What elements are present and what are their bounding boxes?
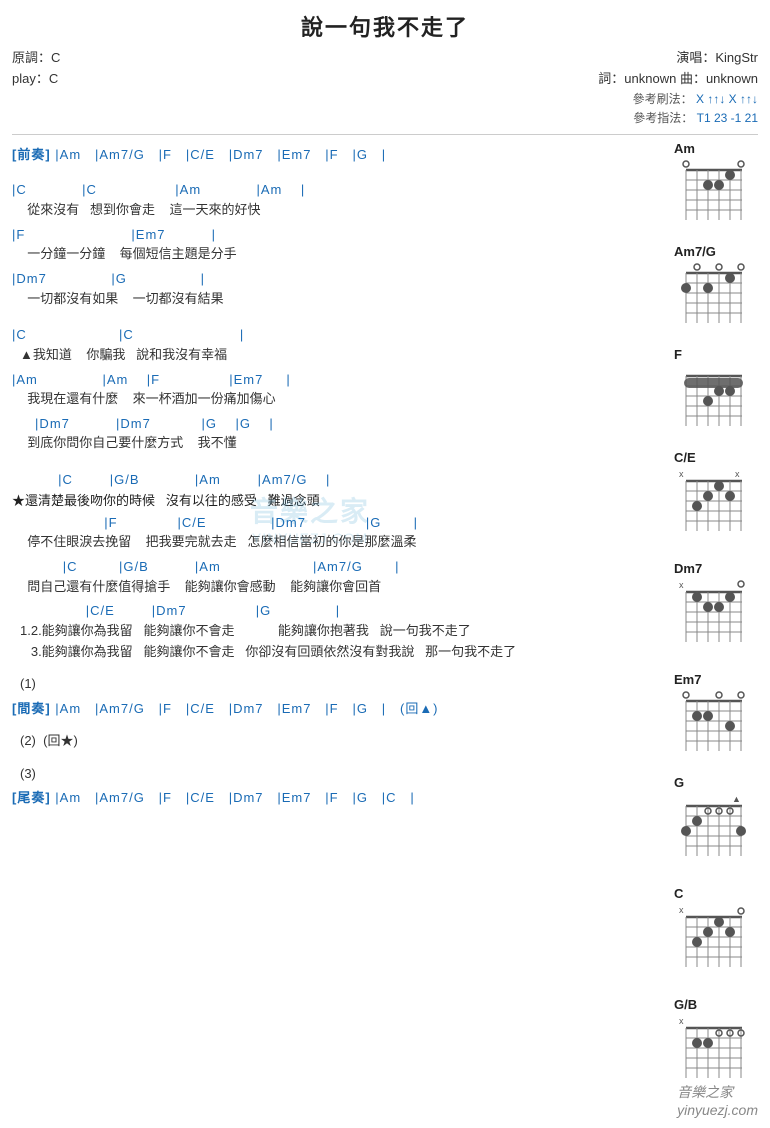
- svg-text:x: x: [679, 1016, 684, 1026]
- section2-block: (2) (回★): [12, 731, 660, 752]
- main-content: [前奏] |Am |Am7/G |F |C/E |Dm7 |Em7 |F |G …: [12, 141, 758, 1108]
- outro-block: (3) [尾奏] |Am |Am7/G |F |C/E |Dm7 |Em7 |F…: [12, 764, 660, 808]
- chord-Em7: Em7: [670, 672, 758, 761]
- v2-chord3: |Dm7 |Dm7 |G |G |: [12, 414, 660, 434]
- v1-lyric1: 從來沒有 想到你會走 這一天來的好快: [12, 200, 660, 221]
- svg-text:x: x: [679, 905, 684, 915]
- meta-section: 原調：C play：C 演唱：KingStr 詞：unknown 曲：unkno…: [12, 48, 758, 128]
- v2-lyric3: 到底你問你自己要什麼方式 我不懂: [12, 433, 660, 454]
- v1-chord2: |F |Em7 |: [12, 225, 660, 245]
- meta-left: 原調：C play：C: [12, 48, 60, 90]
- chord-CE: C/E x x: [670, 450, 758, 547]
- footer-logo: 音樂之家yinyuezj.com: [677, 1082, 758, 1118]
- chord-Am7G: Am7/G: [670, 244, 758, 333]
- ch-chord2: |F |C/E |Dm7 |G |: [12, 513, 660, 533]
- meta-right: 演唱：KingStr 詞：unknown 曲：unknown 參考刷法： X ↑…: [598, 48, 758, 128]
- prelude-chords: [前奏] |Am |Am7/G |F |C/E |Dm7 |Em7 |F |G …: [12, 145, 660, 165]
- v2-lyric2: 我現在還有什麼 來一杯酒加一份痛加傷心: [12, 389, 660, 410]
- lyricist: 詞：unknown 曲：unknown: [598, 69, 758, 90]
- v1-chord1: |C |C |Am |Am |: [12, 180, 660, 200]
- chord-Am: Am: [670, 141, 758, 230]
- chord-F: F: [670, 347, 758, 436]
- finger-label: 參考指法：: [633, 111, 693, 125]
- ch-lyric3: 問自己還有什麼值得搶手 能夠讓你會感動 能夠讓你會回首: [12, 577, 660, 598]
- section-prelude: [前奏] |Am |Am7/G |F |C/E |Dm7 |Em7 |F |G …: [12, 145, 660, 165]
- svg-text:x: x: [679, 469, 684, 479]
- interlude-chords: [間奏] |Am |Am7/G |F |C/E |Dm7 |Em7 |F |G …: [12, 699, 660, 719]
- ch-lyric4a: 1.2.能夠讓你為我留 能夠讓你不會走 能夠讓你抱著我 說一句我不走了: [12, 621, 660, 642]
- strum-ref: 參考刷法： X ↑↑↓ X ↑↑↓: [598, 90, 758, 109]
- svg-text:▲: ▲: [732, 794, 741, 804]
- v2-chord1: |C |C |: [12, 325, 660, 345]
- interlude-block: (1) [間奏] |Am |Am7/G |F |C/E |Dm7 |Em7 |F…: [12, 674, 660, 718]
- chord-G: G ▲: [670, 775, 758, 872]
- ch-lyric4b: 3.能夠讓你為我留 能夠讓你不會走 你卻沒有回頭依然沒有對我說 那一句我不走了: [12, 642, 660, 663]
- chord-Dm7: Dm7 x: [670, 561, 758, 658]
- strum-link[interactable]: X ↑↑↓ X ↑↑↓: [696, 92, 758, 106]
- v2-chord2: |Am |Am |F |Em7 |: [12, 370, 660, 390]
- original-key: 原調：C: [12, 48, 60, 69]
- ch-lyric1: ★還清楚最後吻你的時候 沒有以往的感受 難過念頭: [12, 490, 660, 509]
- ch-lyric2: 停不住眼淚去挽留 把我要完就去走 怎麼相信當初的你是那麼溫柔: [12, 532, 660, 553]
- divider-top: [12, 134, 758, 135]
- svg-text:x: x: [679, 580, 684, 590]
- finger-link[interactable]: T1 23 -1 21: [697, 111, 758, 125]
- play-key: play：C: [12, 69, 60, 90]
- v1-lyric3: 一切都沒有如果 一切都沒有結果: [12, 289, 660, 310]
- v1-chord3: |Dm7 |G |: [12, 269, 660, 289]
- verse1-block: |C |C |Am |Am | 從來沒有 想到你會走 這一天來的好快 |F |E…: [12, 180, 660, 309]
- chorus-block: |C |G/B |Am |Am7/G | ★還清楚最後吻你的時候 沒有以往的感受…: [12, 470, 660, 662]
- section-1-label: (1): [12, 674, 660, 695]
- ch-chord1: |C |G/B |Am |Am7/G |: [12, 470, 660, 490]
- chord-C: C x: [670, 886, 758, 983]
- verse2-block: |C |C | ▲我知道 你騙我 說和我沒有幸福 |Am |Am |F |Em7…: [12, 325, 660, 454]
- strum-label: 參考刷法：: [633, 92, 693, 106]
- singer: 演唱：KingStr: [598, 48, 758, 69]
- ch-chord3: |C |G/B |Am |Am7/G |: [12, 557, 660, 577]
- chord-GB: G/B x: [670, 997, 758, 1094]
- chord-sidebar: Am: [670, 141, 758, 1108]
- section-2-label: (2) (回★): [12, 731, 660, 752]
- v1-lyric2: 一分鐘一分鐘 每個短信主題是分手: [12, 244, 660, 265]
- section-3-label: (3): [12, 764, 660, 785]
- v2-lyric1: ▲我知道 你騙我 說和我沒有幸福: [12, 345, 660, 366]
- song-body: [前奏] |Am |Am7/G |F |C/E |Dm7 |Em7 |F |G …: [12, 141, 670, 1108]
- song-title: 說一句我不走了: [12, 10, 758, 42]
- ch-chord4: |C/E |Dm7 |G |: [12, 601, 660, 621]
- outro-chords: [尾奏] |Am |Am7/G |F |C/E |Dm7 |Em7 |F |G …: [12, 788, 660, 808]
- svg-text:x: x: [735, 469, 740, 479]
- finger-ref: 參考指法： T1 23 -1 21: [598, 109, 758, 128]
